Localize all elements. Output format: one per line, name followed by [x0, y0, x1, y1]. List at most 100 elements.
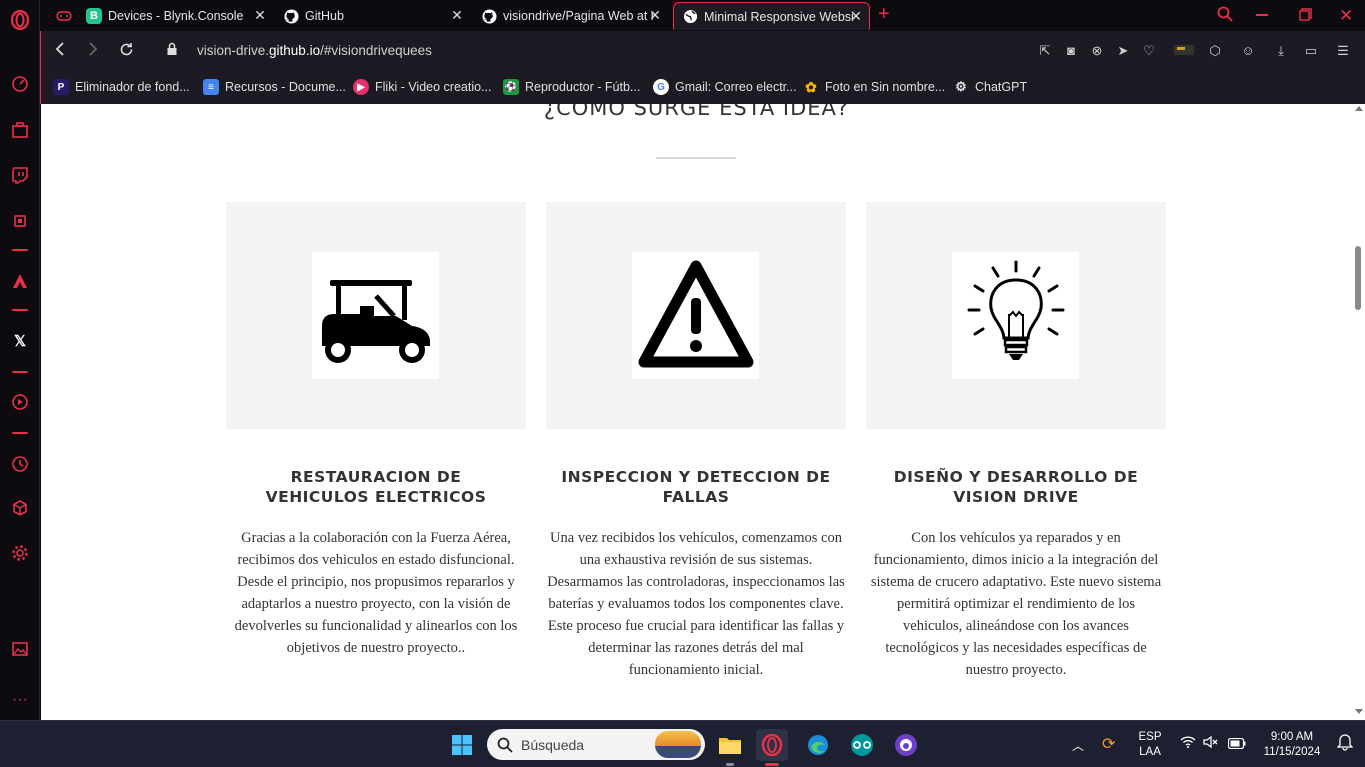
- sidebar-divider: [12, 249, 28, 251]
- card-title: INSPECCION Y DETECCION DE FALLAS: [561, 468, 831, 506]
- bookmark-item[interactable]: ⚙ ChatGPT: [953, 78, 1027, 96]
- bookmarks-bar: P Eliminador de fond... ≡ Recursos - Doc…: [40, 71, 1365, 104]
- scroll-up-arrow-icon[interactable]: [1355, 106, 1363, 111]
- edge-icon[interactable]: [802, 729, 834, 761]
- lock-icon[interactable]: [163, 42, 181, 60]
- card-restauracion: RESTAURACION DE VEHICULOS ELECTRICOS Gra…: [226, 202, 526, 659]
- tab-blynk[interactable]: B Devices - Blynk.Console ✕: [78, 2, 273, 30]
- address-bar: vision-drive.github.io/#visiondrivequees…: [40, 31, 1365, 71]
- globe-icon: [682, 9, 698, 25]
- taskbar-search-box[interactable]: Búsqueda: [487, 729, 705, 760]
- github-desktop-icon[interactable]: [890, 729, 922, 761]
- sync-status-icon[interactable]: ⟳: [1102, 734, 1115, 754]
- windows-taskbar: Búsqueda ︿ ⟳ ESP LAA 9:00 AM 11/15/2024: [0, 720, 1365, 767]
- minimize-icon[interactable]: [1256, 14, 1268, 16]
- golf-cart-icon: [312, 252, 439, 379]
- url-path: /#visiondrivequees: [320, 43, 432, 58]
- card-diseno: DISEÑO Y DESARROLLO DE VISION DRIVE Con …: [866, 202, 1166, 681]
- clock[interactable]: 9:00 AM 11/15/2024: [1256, 730, 1328, 760]
- card-text: Con los vehículos ya reparados y en func…: [870, 530, 1162, 678]
- close-tab-icon[interactable]: ✕: [648, 8, 662, 22]
- fliki-icon: ▶: [353, 79, 369, 95]
- bookmark-item[interactable]: ✿ Foto en Sin nombre...: [803, 78, 945, 96]
- new-tab-button[interactable]: +: [878, 3, 890, 25]
- close-window-icon[interactable]: ✕: [1339, 6, 1353, 26]
- chatgpt-icon: ⚙: [955, 79, 967, 94]
- blynk-icon: B: [86, 8, 102, 24]
- scroll-down-arrow-icon[interactable]: [1355, 709, 1363, 714]
- player-icon[interactable]: [8, 390, 32, 414]
- gamepad-icon: [56, 8, 72, 24]
- easy-setup-icon[interactable]: ☰: [1335, 43, 1351, 59]
- cube-icon[interactable]: [8, 496, 32, 520]
- running-indicator: [726, 763, 734, 766]
- tab-visiondrive-repo[interactable]: visiondrive/Pagina Web at main ✕: [473, 2, 668, 30]
- gallery-icon[interactable]: [8, 637, 32, 661]
- arduino-icon[interactable]: [846, 729, 878, 761]
- opera-logo-icon[interactable]: [8, 8, 32, 32]
- bookmark-item[interactable]: ≡ Recursos - Docume...: [203, 78, 346, 96]
- card-image-box: [546, 202, 846, 429]
- bookmark-item[interactable]: ▶ Fliki - Video creatio...: [353, 78, 491, 96]
- tab-minimal-website[interactable]: Minimal Responsive Website ✕: [673, 2, 870, 30]
- url-prefix: vision-drive.: [197, 43, 270, 58]
- search-placeholder: Búsqueda: [521, 736, 585, 753]
- clock-date: 11/15/2024: [1263, 746, 1321, 758]
- reload-icon[interactable]: [117, 42, 135, 60]
- tab-github[interactable]: GitHub ✕: [275, 2, 470, 30]
- file-explorer-icon[interactable]: [714, 729, 746, 766]
- settings-gear-icon[interactable]: [8, 541, 32, 565]
- more-options-icon[interactable]: ···: [8, 688, 32, 712]
- forward-icon[interactable]: [84, 42, 102, 60]
- restore-icon[interactable]: [1299, 8, 1312, 26]
- soccer-icon: ⚽: [503, 79, 519, 95]
- cpu-icon[interactable]: [8, 209, 32, 233]
- battery-icon[interactable]: [1227, 736, 1246, 754]
- url-field[interactable]: vision-drive.github.io/#visiondrivequees: [197, 43, 432, 58]
- aria-icon[interactable]: [8, 269, 32, 293]
- tab-gamepad[interactable]: [48, 2, 78, 30]
- windows-start-icon[interactable]: [446, 729, 478, 761]
- battery-saver-icon[interactable]: ▭: [1303, 43, 1319, 59]
- twitch-icon[interactable]: [8, 163, 32, 187]
- page-scrollbar[interactable]: [1352, 104, 1365, 720]
- download-icon[interactable]: ⤓: [1273, 43, 1289, 59]
- briefcase-icon[interactable]: [8, 118, 32, 142]
- send-icon[interactable]: ➤: [1115, 43, 1131, 59]
- close-tab-icon[interactable]: ✕: [450, 8, 464, 22]
- speed-dial-icon[interactable]: [8, 72, 32, 96]
- extensions-cube-icon[interactable]: ⬡: [1207, 43, 1223, 59]
- tab-title: Minimal Responsive Website: [704, 9, 854, 24]
- volume-muted-icon[interactable]: [1203, 735, 1219, 754]
- heart-icon[interactable]: ♡: [1141, 43, 1157, 59]
- x-twitter-icon[interactable]: 𝕏: [8, 329, 32, 353]
- close-tab-icon[interactable]: ✕: [849, 9, 863, 23]
- bookmark-item[interactable]: ⚽ Reproductor - Fútb...: [503, 78, 640, 96]
- bookmark-item[interactable]: G Gmail: Correo electr...: [653, 78, 797, 96]
- photoroom-icon: P: [53, 79, 69, 95]
- web-page: ¿COMO SURGE ESTA IDEA? RESTAURACION DE V…: [41, 104, 1352, 720]
- share-icon[interactable]: ⇱: [1037, 43, 1053, 59]
- close-tab-icon[interactable]: ✕: [253, 8, 267, 22]
- show-hidden-icons-icon[interactable]: ︿: [1072, 737, 1084, 754]
- browser-sidebar: 𝕏 ···: [0, 0, 40, 720]
- profile-icon[interactable]: ☺: [1240, 43, 1256, 59]
- search-tabs-icon[interactable]: [1216, 5, 1234, 28]
- back-icon[interactable]: [51, 42, 69, 60]
- block-ads-icon[interactable]: ⊗: [1089, 43, 1105, 59]
- camera-icon[interactable]: ◙: [1063, 43, 1079, 59]
- language-label: ESP: [1138, 731, 1162, 743]
- wifi-icon[interactable]: [1180, 735, 1196, 752]
- bookmark-label: Foto en Sin nombre...: [825, 80, 946, 94]
- scrollbar-thumb[interactable]: [1355, 246, 1361, 310]
- input-language[interactable]: ESP LAA: [1136, 730, 1164, 760]
- history-icon[interactable]: [8, 452, 32, 476]
- extension-avatar-icon[interactable]: [1173, 43, 1195, 59]
- sidebar-divider: [12, 309, 28, 311]
- lightbulb-icon: [952, 252, 1079, 379]
- bookmark-item[interactable]: P Eliminador de fond...: [53, 78, 190, 96]
- bookmark-label: ChatGPT: [975, 80, 1028, 94]
- notifications-bell-icon[interactable]: [1336, 733, 1354, 756]
- keyboard-layout-label: LAA: [1139, 746, 1161, 758]
- opera-gx-taskbar-icon[interactable]: [756, 729, 788, 766]
